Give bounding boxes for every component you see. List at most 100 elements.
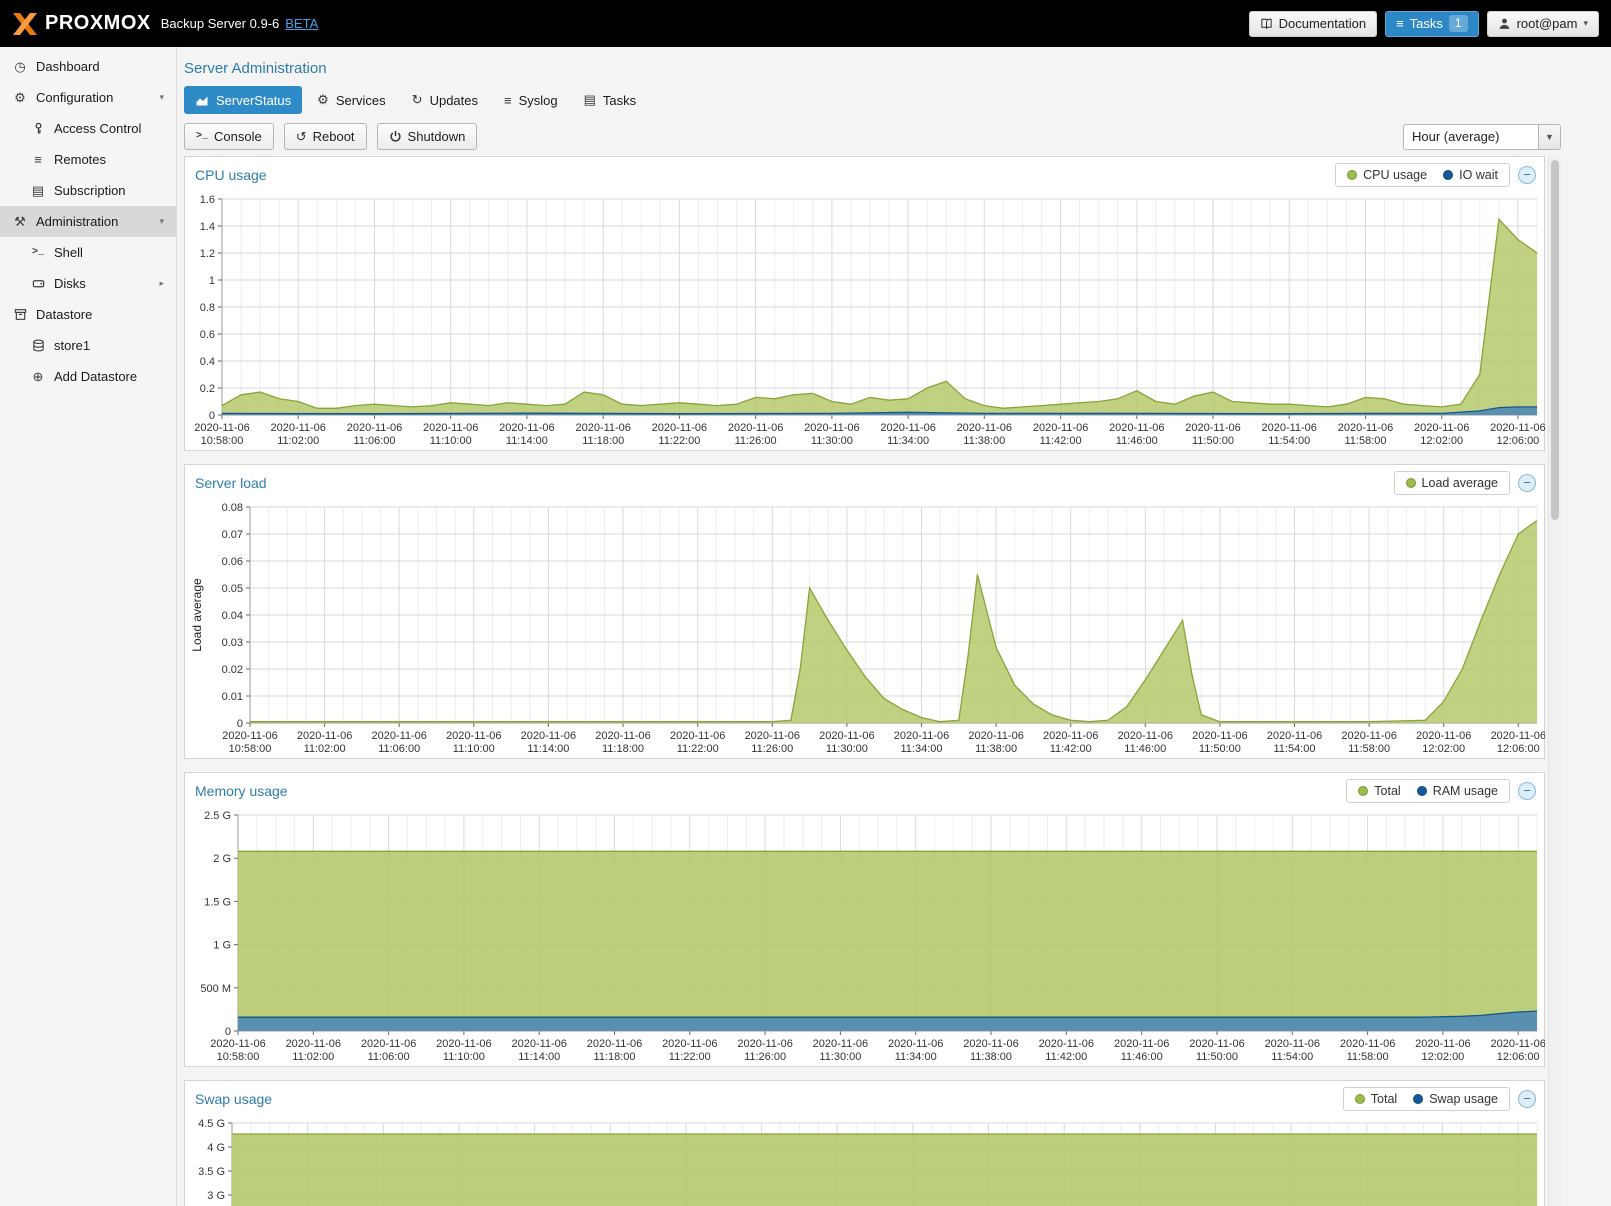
sidebar-item-store1[interactable]: store1 xyxy=(0,330,176,361)
documentation-button[interactable]: Documentation xyxy=(1249,11,1377,37)
user-menu-button[interactable]: root@pam ▾ xyxy=(1487,11,1599,37)
sidebar-item-access-control[interactable]: Access Control xyxy=(0,113,176,144)
console-button[interactable]: >_ Console xyxy=(184,123,274,150)
svg-text:2020-11-06: 2020-11-06 xyxy=(1189,1038,1244,1050)
svg-text:11:34:00: 11:34:00 xyxy=(887,435,929,447)
sidebar-item-disks[interactable]: Disks ▸ xyxy=(0,268,176,299)
combo-trigger[interactable]: ▼ xyxy=(1538,125,1560,149)
svg-text:11:42:00: 11:42:00 xyxy=(1050,743,1092,755)
svg-text:2020-11-06: 2020-11-06 xyxy=(511,1038,566,1050)
svg-text:2020-11-06: 2020-11-06 xyxy=(745,730,800,742)
collapse-panel-button[interactable]: − xyxy=(1518,166,1536,184)
proxmox-x-icon xyxy=(12,12,38,36)
sidebar-item-label: store1 xyxy=(54,338,90,353)
svg-text:0: 0 xyxy=(237,718,243,730)
shutdown-button[interactable]: Shutdown xyxy=(377,123,478,150)
task-list-icon: ≡ xyxy=(1396,16,1404,31)
vertical-scrollbar[interactable] xyxy=(1548,157,1561,1206)
svg-text:0.03: 0.03 xyxy=(222,637,243,649)
svg-text:2020-11-06: 2020-11-06 xyxy=(1415,1038,1470,1050)
memory-usage-panel: Memory usage Total RAM usage − xyxy=(184,772,1545,1067)
sidebar-item-configuration[interactable]: ⚙ Configuration ▾ xyxy=(0,82,176,113)
brand-name: PROXMOX xyxy=(45,12,151,35)
reboot-label: Reboot xyxy=(313,129,355,144)
svg-text:2020-11-06: 2020-11-06 xyxy=(1267,730,1322,742)
svg-text:2020-11-06: 2020-11-06 xyxy=(1118,730,1173,742)
tab-syslog[interactable]: ≡ Syslog xyxy=(493,86,569,114)
svg-text:11:34:00: 11:34:00 xyxy=(895,1051,937,1063)
server-load-chart: 00.010.020.030.040.050.060.070.082020-11… xyxy=(186,501,1545,757)
svg-text:2020-11-06: 2020-11-06 xyxy=(1490,1038,1545,1050)
sidebar-item-shell[interactable]: >_ Shell xyxy=(0,237,176,268)
svg-text:11:46:00: 11:46:00 xyxy=(1124,743,1166,755)
legend-dot-blue xyxy=(1417,786,1427,796)
svg-text:2020-11-06: 2020-11-06 xyxy=(728,422,783,434)
tab-label: Syslog xyxy=(519,93,558,108)
svg-text:11:42:00: 11:42:00 xyxy=(1040,435,1082,447)
chevron-down-icon: ▾ xyxy=(1583,18,1588,29)
svg-text:12:02:00: 12:02:00 xyxy=(1422,743,1465,755)
tab-serverstatus[interactable]: ServerStatus xyxy=(184,86,302,114)
svg-text:4.5 G: 4.5 G xyxy=(198,1118,225,1130)
svg-text:2020-11-06: 2020-11-06 xyxy=(1416,730,1471,742)
legend-label: CPU usage xyxy=(1363,168,1427,182)
svg-text:2020-11-06: 2020-11-06 xyxy=(194,422,249,434)
svg-text:11:02:00: 11:02:00 xyxy=(292,1051,334,1063)
svg-text:0.08: 0.08 xyxy=(222,502,243,514)
svg-text:0.01: 0.01 xyxy=(222,691,243,703)
svg-text:11:06:00: 11:06:00 xyxy=(353,435,395,447)
svg-text:12:06:00: 12:06:00 xyxy=(1497,1051,1540,1063)
time-range-select[interactable]: Hour (average) ▼ xyxy=(1403,124,1561,150)
legend-item: IO wait xyxy=(1443,168,1498,182)
tab-label: Services xyxy=(336,93,386,108)
legend-item: Swap usage xyxy=(1413,1092,1498,1106)
collapse-panel-button[interactable]: − xyxy=(1518,1090,1536,1108)
svg-text:Load average: Load average xyxy=(190,578,204,652)
scrollbar-thumb[interactable] xyxy=(1551,160,1559,520)
svg-text:2020-11-06: 2020-11-06 xyxy=(446,730,501,742)
svg-text:11:58:00: 11:58:00 xyxy=(1344,435,1386,447)
svg-text:11:42:00: 11:42:00 xyxy=(1045,1051,1087,1063)
chevron-down-icon: ▾ xyxy=(159,92,164,103)
sidebar-item-dashboard[interactable]: ◷ Dashboard xyxy=(0,51,176,82)
svg-text:2020-11-06: 2020-11-06 xyxy=(880,422,935,434)
svg-text:11:18:00: 11:18:00 xyxy=(593,1051,635,1063)
tasks-button[interactable]: ≡ Tasks 1 xyxy=(1385,11,1479,37)
sidebar-item-add-datastore[interactable]: ⊕ Add Datastore xyxy=(0,361,176,392)
collapse-panel-button[interactable]: − xyxy=(1518,474,1536,492)
book-icon xyxy=(1260,17,1273,30)
refresh-icon: ↻ xyxy=(412,92,423,108)
svg-text:2020-11-06: 2020-11-06 xyxy=(1185,422,1240,434)
load-chart-legend: Load average xyxy=(1394,471,1510,495)
database-icon xyxy=(30,339,46,352)
svg-text:0.07: 0.07 xyxy=(222,529,243,541)
beta-link[interactable]: BETA xyxy=(285,16,318,31)
legend-label: RAM usage xyxy=(1433,784,1498,798)
tab-tasks[interactable]: ▤ Tasks xyxy=(573,86,648,114)
svg-text:11:50:00: 11:50:00 xyxy=(1199,743,1241,755)
server-load-panel: Server load Load average − 00.010.020.03… xyxy=(184,464,1545,759)
svg-text:0.06: 0.06 xyxy=(222,556,243,568)
tab-updates[interactable]: ↻ Updates xyxy=(401,86,489,114)
svg-text:2020-11-06: 2020-11-06 xyxy=(423,422,478,434)
svg-text:2020-11-06: 2020-11-06 xyxy=(436,1038,491,1050)
user-icon xyxy=(1498,17,1511,30)
area-chart-icon xyxy=(195,93,209,107)
sidebar-item-remotes[interactable]: ≡ Remotes xyxy=(0,144,176,175)
reboot-button[interactable]: ↺ Reboot xyxy=(284,123,367,150)
tab-services[interactable]: ⚙ Services xyxy=(306,86,397,114)
legend-item: Total xyxy=(1355,1092,1397,1106)
svg-text:2020-11-06: 2020-11-06 xyxy=(286,1038,341,1050)
tab-bar: ServerStatus ⚙ Services ↻ Updates ≡ Sysl… xyxy=(184,86,1561,114)
svg-text:12:06:00: 12:06:00 xyxy=(1497,743,1540,755)
svg-text:500 M: 500 M xyxy=(200,983,231,995)
svg-text:11:02:00: 11:02:00 xyxy=(304,743,346,755)
collapse-panel-button[interactable]: − xyxy=(1518,782,1536,800)
svg-text:0.4: 0.4 xyxy=(200,356,215,368)
svg-text:2020-11-06: 2020-11-06 xyxy=(347,422,402,434)
product-subtitle: Backup Server 0.9-6 xyxy=(161,16,280,31)
sidebar-item-administration[interactable]: ⚒ Administration ▾ xyxy=(0,206,176,237)
sidebar-item-datastore[interactable]: Datastore xyxy=(0,299,176,330)
sidebar-item-subscription[interactable]: ▤ Subscription xyxy=(0,175,176,206)
svg-text:11:58:00: 11:58:00 xyxy=(1348,743,1390,755)
